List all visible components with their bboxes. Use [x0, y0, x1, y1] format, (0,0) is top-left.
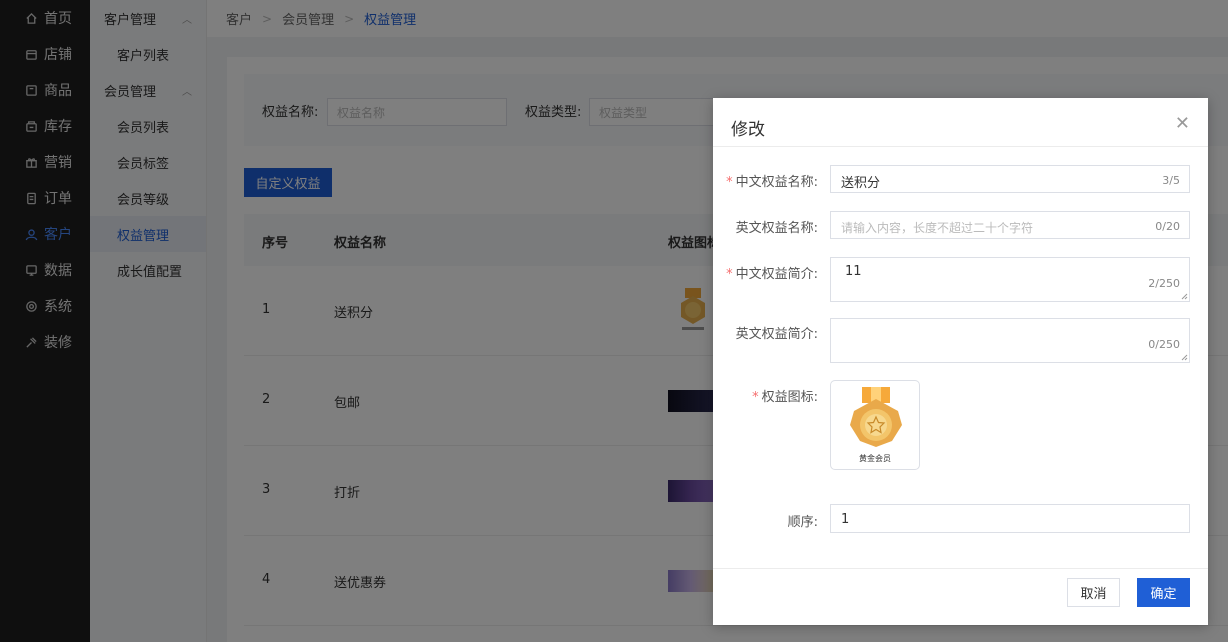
- textarea-value: 11: [845, 264, 862, 279]
- en-name-input[interactable]: 请输入内容，长度不超过二十个字符 0/20: [830, 211, 1190, 239]
- en-name-label: 英文权益名称:: [735, 221, 818, 236]
- en-desc-label: 英文权益简介:: [735, 327, 818, 342]
- label-text: 权益图标:: [761, 390, 818, 405]
- cancel-button[interactable]: 取消: [1067, 578, 1120, 607]
- confirm-button[interactable]: 确定: [1137, 578, 1190, 607]
- input-placeholder: 请输入内容，长度不超过二十个字符: [841, 221, 1034, 235]
- rights-icon-upload[interactable]: 黄金会员: [830, 380, 920, 470]
- cn-name-input[interactable]: 送积分 3/5: [830, 165, 1190, 193]
- char-count: 0/20: [1155, 220, 1180, 233]
- close-icon[interactable]: ✕: [1175, 113, 1190, 134]
- cn-desc-textarea[interactable]: 11 2/250: [830, 257, 1190, 302]
- edit-dialog: 修改 ✕ * 中文权益名称: 送积分 3/5 英文权益名称: 请输入内容，长度不超…: [713, 98, 1208, 625]
- required-mark: *: [726, 175, 733, 190]
- required-mark: *: [752, 390, 759, 405]
- cn-desc-label: * 中文权益简介:: [726, 263, 818, 282]
- resize-handle-icon[interactable]: [1180, 353, 1188, 361]
- resize-handle-icon[interactable]: [1180, 292, 1188, 300]
- char-count: 0/250: [1148, 338, 1180, 351]
- char-count: 2/250: [1148, 277, 1180, 290]
- input-value: 送积分: [841, 176, 881, 191]
- dialog-title: 修改: [731, 120, 765, 140]
- label-text: 中文权益名称:: [735, 175, 818, 190]
- divider: [713, 568, 1208, 569]
- icon-label: * 权益图标:: [752, 386, 818, 405]
- order-input[interactable]: 1: [830, 504, 1190, 533]
- divider: [713, 146, 1208, 147]
- cn-name-label: * 中文权益名称:: [726, 171, 818, 190]
- char-count: 3/5: [1162, 174, 1180, 187]
- required-mark: *: [726, 267, 733, 282]
- en-desc-textarea[interactable]: 0/250: [830, 318, 1190, 363]
- input-value: 1: [841, 512, 850, 527]
- gold-medal-icon: [850, 387, 902, 447]
- label-text: 中文权益简介:: [735, 267, 818, 282]
- icon-caption: 黄金会员: [859, 454, 891, 463]
- order-label: 顺序:: [787, 515, 818, 530]
